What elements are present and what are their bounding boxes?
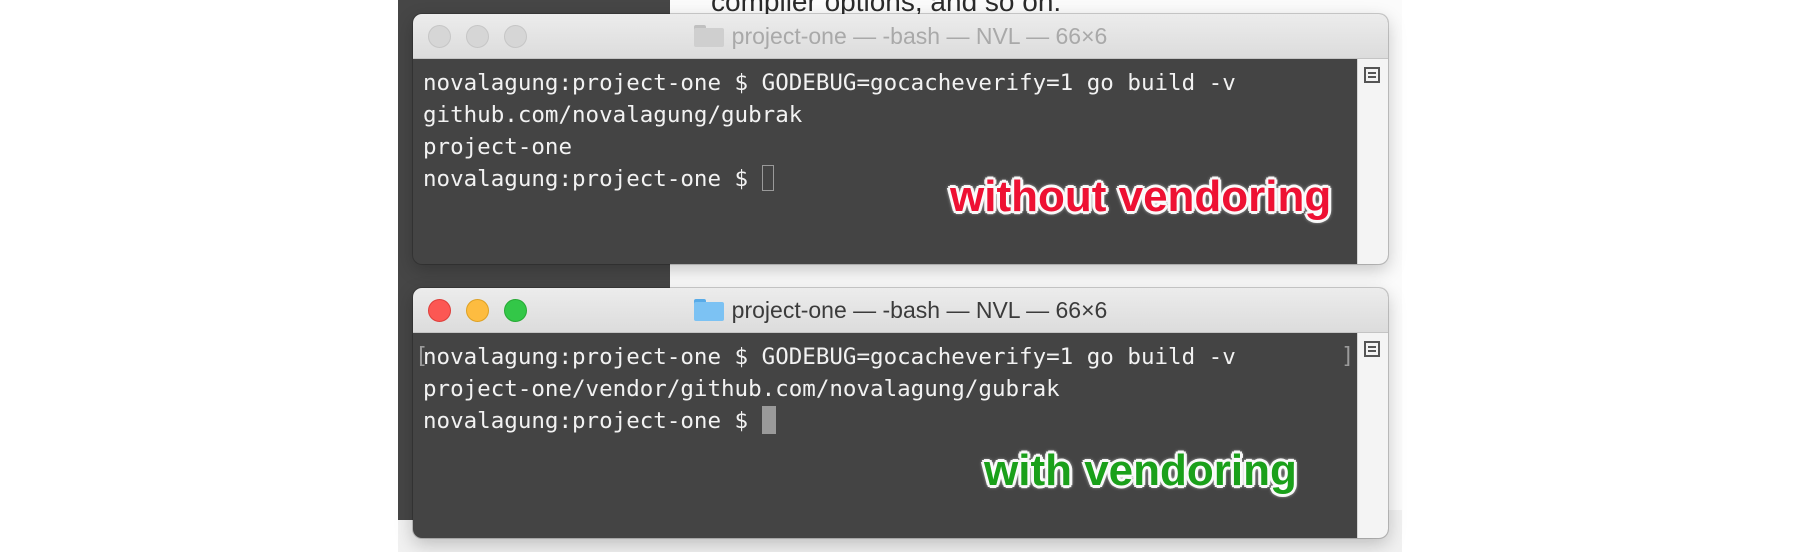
terminal-line: project-one/vendor/github.com/novalagung… <box>423 376 1060 402</box>
window-title: project-one — -bash — NVL — 66×6 <box>413 23 1388 49</box>
terminal-prompt-line: novalagung:project-one $ <box>423 405 1348 437</box>
window-titlebar[interactable]: project-one — -bash — NVL — 66×6 <box>413 288 1388 333</box>
terminal-output[interactable]: novalagung:project-one $ GODEBUG=gocache… <box>413 333 1358 538</box>
annotation-with-vendoring: with vendoring <box>984 446 1297 495</box>
terminal-window-with-vendoring[interactable]: project-one — -bash — NVL — 66×6 [ ] nov… <box>413 288 1388 538</box>
prompt-text: novalagung:project-one $ <box>423 166 762 192</box>
window-title: project-one — -bash — NVL — 66×6 <box>413 297 1388 323</box>
terminal-line: novalagung:project-one $ GODEBUG=gocache… <box>423 70 1236 96</box>
cursor <box>761 406 776 434</box>
terminal-output[interactable]: novalagung:project-one $ GODEBUG=gocache… <box>413 59 1358 264</box>
prompt-text: novalagung:project-one $ <box>423 408 762 434</box>
folder-icon <box>693 25 724 47</box>
scrollbar-toggle-icon[interactable] <box>1364 341 1380 357</box>
window-titlebar[interactable]: project-one — -bash — NVL — 66×6 <box>413 14 1388 59</box>
cursor <box>761 165 774 191</box>
terminal-window-without-vendoring[interactable]: project-one — -bash — NVL — 66×6 novalag… <box>413 14 1388 264</box>
folder-icon <box>693 299 724 321</box>
terminal-line: project-one <box>423 134 573 160</box>
annotation-without-vendoring: without vendoring <box>950 172 1332 221</box>
vertical-scrollbar[interactable] <box>1357 333 1388 538</box>
terminal-line: novalagung:project-one $ GODEBUG=gocache… <box>423 344 1236 370</box>
terminal-line: github.com/novalagung/gubrak <box>423 102 803 128</box>
vertical-scrollbar[interactable] <box>1357 59 1388 264</box>
scrollbar-toggle-icon[interactable] <box>1364 67 1380 83</box>
